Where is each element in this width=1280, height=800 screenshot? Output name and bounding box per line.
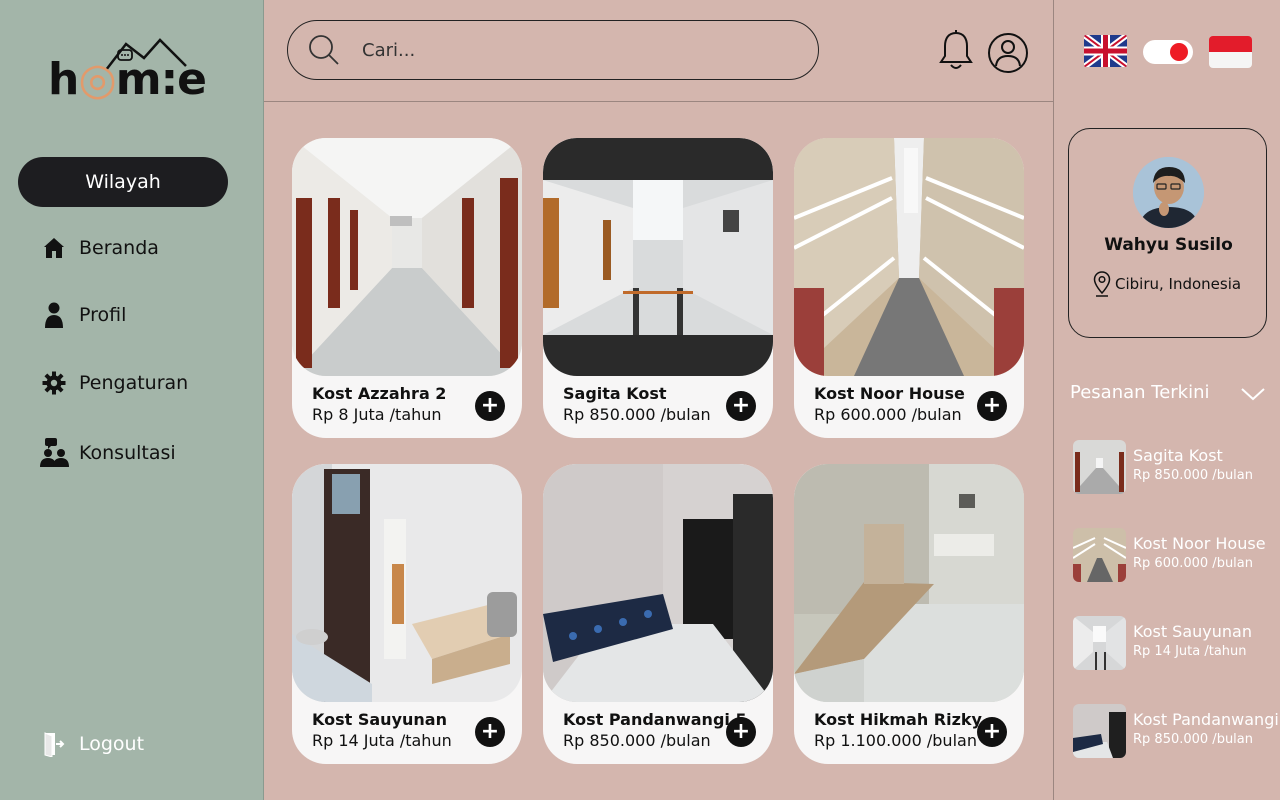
- listing-price: Rp 850.000 /bulan: [563, 405, 711, 424]
- listing-card[interactable]: Kost Noor House Rp 600.000 /bulan +: [794, 138, 1024, 438]
- listing-card[interactable]: Sagita Kost Rp 850.000 /bulan +: [543, 138, 773, 438]
- wilayah-button[interactable]: Wilayah: [18, 157, 228, 207]
- indonesia-flag-icon[interactable]: [1209, 36, 1252, 68]
- sidebar-item-konsultasi[interactable]: Konsultasi: [38, 437, 176, 469]
- sidebar-item-label: Beranda: [79, 237, 159, 259]
- sidebar-item-label: Profil: [79, 304, 127, 326]
- add-button[interactable]: +: [726, 391, 756, 421]
- listing-card[interactable]: Kost Hikmah Rizky Rp 1.100.000 /bulan +: [794, 464, 1024, 764]
- language-toggle[interactable]: [1143, 40, 1193, 64]
- listing-name: Sagita Kost: [563, 384, 667, 403]
- sidebar-item-beranda[interactable]: Beranda: [38, 232, 159, 264]
- order-name: Kost Sauyunan: [1133, 622, 1252, 641]
- listing-card[interactable]: Kost Pandanwangi 5 Rp 850.000 /bulan +: [543, 464, 773, 764]
- listing-price: Rp 14 Juta /tahun: [312, 731, 452, 750]
- order-thumbnail: [1073, 528, 1126, 582]
- listing-price: Rp 600.000 /bulan: [814, 405, 962, 424]
- recent-order-item[interactable]: Kost Sauyunan Rp 14 Juta /tahun: [1073, 616, 1280, 672]
- listing-card[interactable]: Kost Azzahra 2 Rp 8 Juta /tahun +: [292, 138, 522, 438]
- listing-name: Kost Noor House: [814, 384, 965, 403]
- recent-order-item[interactable]: Sagita Kost Rp 850.000 /bulan: [1073, 440, 1280, 496]
- add-button[interactable]: +: [977, 717, 1007, 747]
- recent-order-item[interactable]: Kost Noor House Rp 600.000 /bulan: [1073, 528, 1280, 584]
- uk-flag-icon[interactable]: [1084, 35, 1127, 67]
- profile-card: Wahyu Susilo Cibiru, Indonesia: [1068, 128, 1267, 338]
- gear-icon: [38, 367, 70, 399]
- recent-orders-title: Pesanan Terkini: [1070, 382, 1210, 403]
- sidebar-item-profil[interactable]: Profil: [38, 299, 126, 331]
- listing-name: Kost Hikmah Rizky: [814, 710, 982, 729]
- toggle-knob: [1170, 43, 1188, 61]
- order-thumbnail: [1073, 616, 1126, 670]
- order-thumbnail: [1073, 704, 1126, 758]
- listing-price: Rp 850.000 /bulan: [563, 731, 711, 750]
- bell-icon[interactable]: [938, 30, 974, 72]
- sidebar-item-pengaturan[interactable]: Pengaturan: [38, 367, 188, 399]
- search-icon: [309, 35, 339, 65]
- listing-photo: [292, 464, 522, 702]
- listing-card[interactable]: Kost Sauyunan Rp 14 Juta /tahun +: [292, 464, 522, 764]
- order-price: Rp 850.000 /bulan: [1133, 468, 1253, 483]
- logout-button[interactable]: Logout: [40, 730, 144, 758]
- home-icon: [38, 232, 70, 264]
- sidebar: h◎m:e Wilayah Beranda Profil Pengaturan: [0, 0, 264, 800]
- profile-name: Wahyu Susilo: [1104, 235, 1233, 255]
- location-pin-icon: [1093, 271, 1111, 297]
- consult-icon: [38, 437, 70, 469]
- listing-name: Kost Pandanwangi 5: [563, 710, 747, 729]
- user-icon: [38, 299, 70, 331]
- listing-name: Kost Sauyunan: [312, 710, 447, 729]
- logout-label: Logout: [79, 733, 145, 755]
- chevron-down-icon[interactable]: [1240, 386, 1266, 402]
- order-price: Rp 600.000 /bulan: [1133, 556, 1253, 571]
- order-thumbnail: [1073, 440, 1126, 494]
- listing-price: Rp 1.100.000 /bulan: [814, 731, 977, 750]
- order-price: Rp 14 Juta /tahun: [1133, 644, 1247, 659]
- profile-location: Cibiru, Indonesia: [1093, 271, 1241, 297]
- logout-icon: [40, 730, 68, 758]
- search-bar[interactable]: [287, 20, 819, 80]
- sidebar-item-label: Konsultasi: [79, 442, 176, 464]
- brand-logo[interactable]: h◎m:e: [46, 36, 207, 106]
- order-name: Kost Pandanwangi: [1133, 710, 1279, 729]
- add-button[interactable]: +: [475, 717, 505, 747]
- order-name: Sagita Kost: [1133, 446, 1223, 465]
- top-bar: [264, 0, 1053, 102]
- right-panel: Wahyu Susilo Cibiru, Indonesia Pesanan T…: [1053, 0, 1280, 800]
- listing-photo: [794, 464, 1024, 702]
- logo-wordmark: h◎m:e: [48, 54, 207, 105]
- order-name: Kost Noor House: [1133, 534, 1266, 553]
- listing-price: Rp 8 Juta /tahun: [312, 405, 442, 424]
- order-price: Rp 850.000 /bulan: [1133, 732, 1253, 747]
- sidebar-item-label: Pengaturan: [79, 372, 189, 394]
- location-text: Cibiru, Indonesia: [1115, 275, 1242, 293]
- account-icon[interactable]: [987, 32, 1029, 74]
- listing-name: Kost Azzahra 2: [312, 384, 447, 403]
- listing-photo: [543, 138, 773, 376]
- listing-photo: [794, 138, 1024, 376]
- add-button[interactable]: +: [475, 391, 505, 421]
- listing-photo: [543, 464, 773, 702]
- search-input[interactable]: [362, 39, 762, 61]
- avatar[interactable]: [1133, 157, 1204, 228]
- add-button[interactable]: +: [977, 391, 1007, 421]
- add-button[interactable]: +: [726, 717, 756, 747]
- listing-photo: [292, 138, 522, 376]
- recent-order-item[interactable]: Kost Pandanwangi Rp 850.000 /bulan: [1073, 704, 1280, 760]
